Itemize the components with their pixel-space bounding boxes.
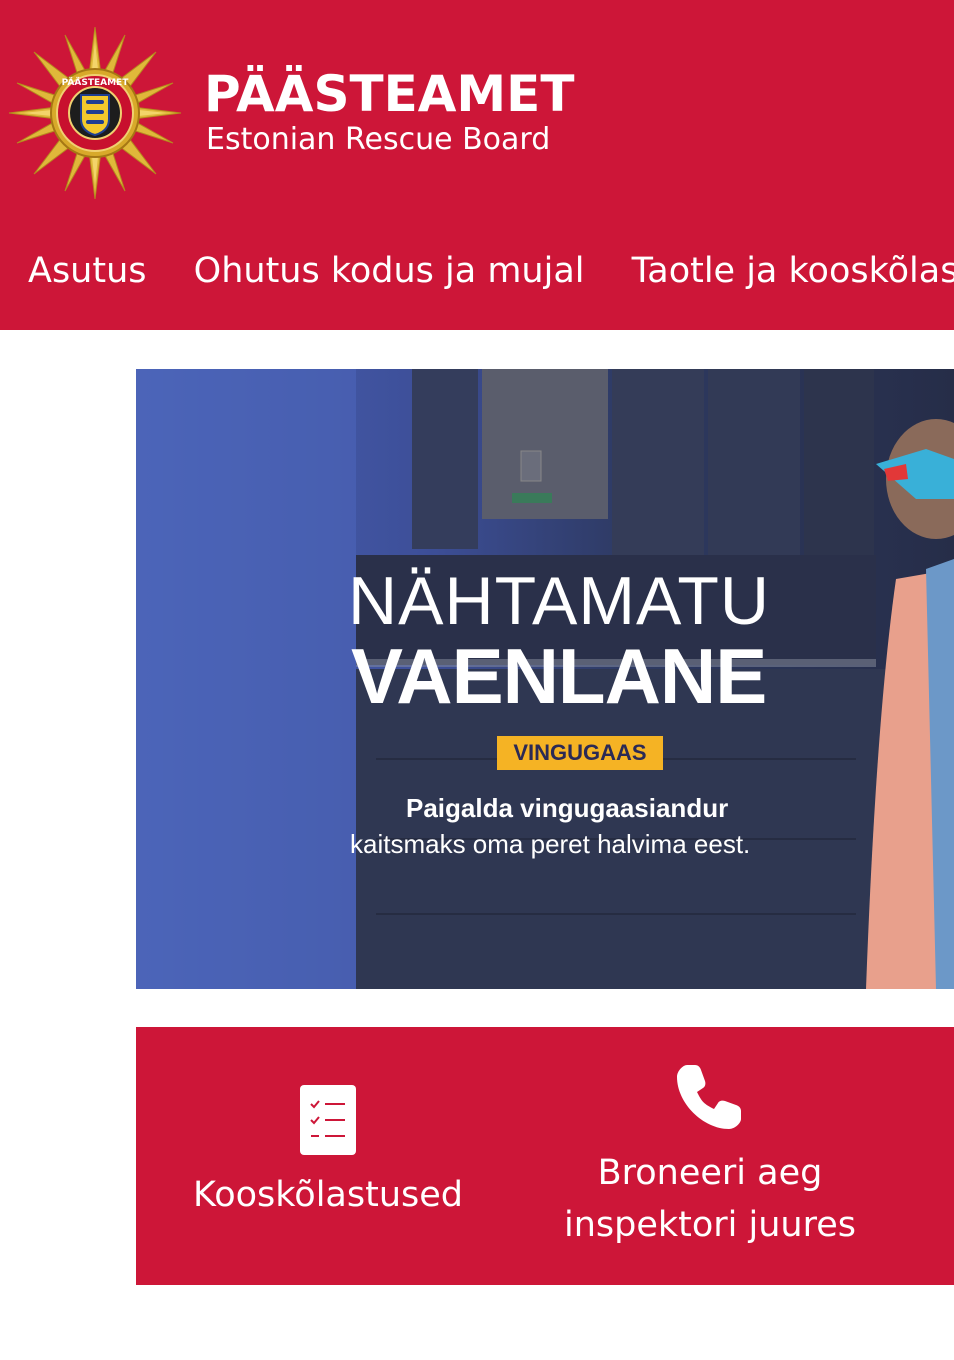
quick-link-label: Kooskõlastused	[192, 1175, 463, 1215]
checklist-icon	[300, 1085, 356, 1155]
logo-ring-text: PÄÄSTEAMET	[62, 77, 130, 88]
banner-title-line2: VAENLANE	[351, 632, 767, 720]
banner-title-line1: NÄHTAMATU	[348, 563, 771, 639]
hero-banner[interactable]: NÄHTAMATU VAENLANE VINGUGAAS Paigalda vi…	[136, 369, 954, 989]
quick-links-panel: Kooskõlastused Broneeri aeg inspektori j…	[136, 1027, 954, 1285]
nav-item-ohutus[interactable]: Ohutus kodus ja mujal	[194, 251, 585, 291]
nav-item-taotle[interactable]: Taotle ja kooskõlas	[632, 251, 954, 291]
quick-link-label: Broneeri aeg inspektori juures	[520, 1147, 900, 1251]
quick-link-label-line1: Broneeri aeg	[597, 1153, 823, 1193]
quick-link-label-line2: inspektori juures	[563, 1205, 856, 1245]
phone-icon	[677, 1065, 741, 1129]
site-title[interactable]: PÄÄSTEAMET	[204, 62, 574, 126]
rescue-board-logo[interactable]: PÄÄSTEAMET	[8, 26, 182, 200]
quick-link-book-inspector[interactable]: Broneeri aeg inspektori juures	[520, 1027, 900, 1285]
nav-item-asutus[interactable]: Asutus	[28, 251, 147, 291]
site-subtitle: Estonian Rescue Board	[206, 122, 551, 157]
star-emblem-icon: PÄÄSTEAMET	[8, 26, 182, 200]
banner-badge: VINGUGAAS	[497, 736, 663, 770]
main-navigation: Asutus Ohutus kodus ja mujal Taotle ja k…	[28, 246, 954, 296]
banner-text-normal: kaitsmaks oma peret halvima eest.	[350, 829, 751, 859]
quick-link-kooskolastused[interactable]: Kooskõlastused	[136, 1027, 520, 1285]
banner-text-bold: Paigalda vingugaasiandur	[406, 793, 729, 823]
site-header: PÄÄSTEAMET PÄÄSTEAMET Estonian Rescue Bo…	[0, 0, 954, 330]
